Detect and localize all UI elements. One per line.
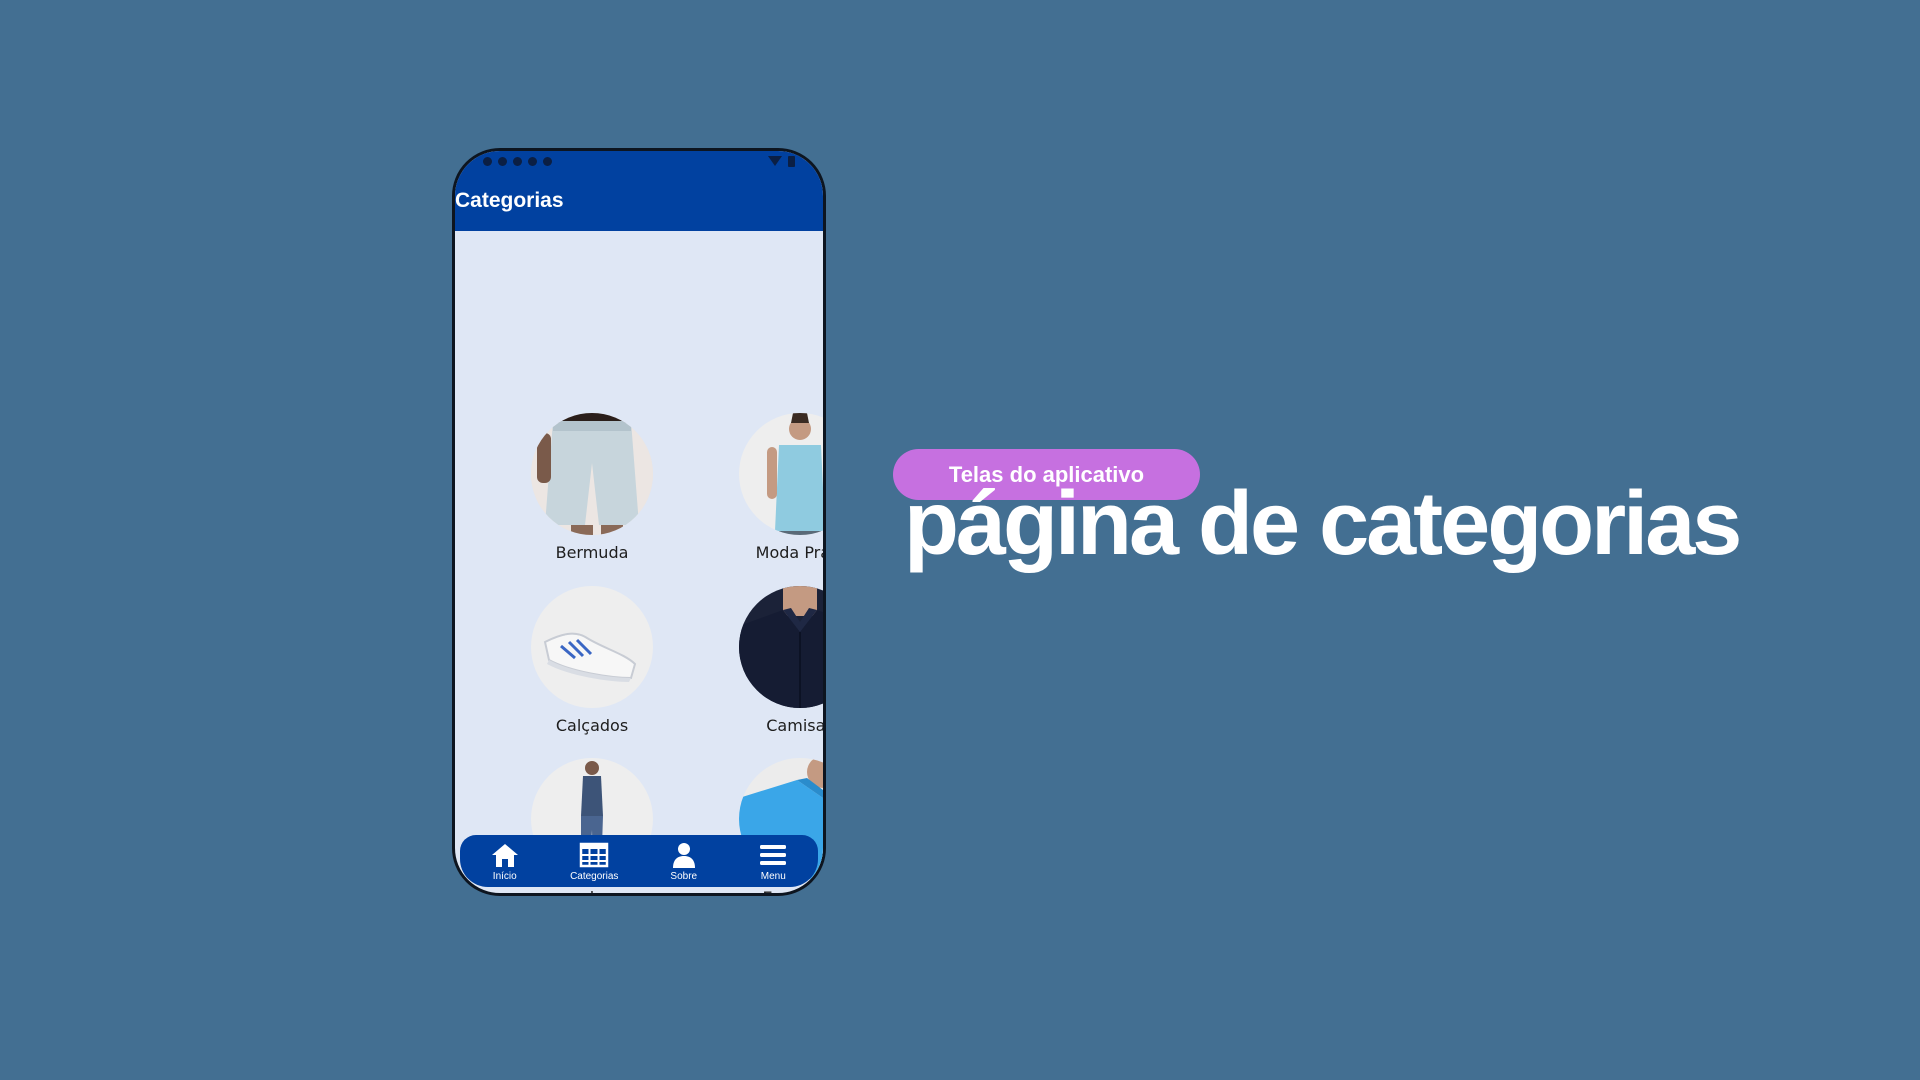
nav-item-sobre[interactable]: Sobre bbox=[644, 841, 724, 882]
person-icon bbox=[672, 843, 695, 868]
menu-icon bbox=[760, 845, 787, 865]
sneaker-photo bbox=[531, 586, 653, 708]
status-icons-right bbox=[768, 155, 795, 167]
home-icon bbox=[491, 844, 518, 867]
mail-icon bbox=[543, 156, 552, 166]
tank-top-photo bbox=[739, 413, 823, 535]
category-label: Esportivo bbox=[763, 888, 823, 893]
nav-item-categorias[interactable]: Categorias bbox=[554, 841, 634, 882]
app-icon bbox=[513, 156, 522, 166]
nav-item-inicio[interactable]: Início bbox=[465, 841, 545, 882]
wifi-icon bbox=[768, 156, 782, 166]
category-item-moda-praia[interactable]: Moda Praia bbox=[730, 413, 823, 562]
category-item-calcados[interactable]: Calçados bbox=[522, 586, 662, 735]
shorts-photo bbox=[531, 413, 653, 535]
category-item-camisas[interactable]: Camisas bbox=[730, 586, 826, 735]
status-icons-left bbox=[483, 156, 552, 166]
slide-headline: página de categorias bbox=[904, 474, 1742, 574]
category-label: calça bbox=[571, 888, 613, 893]
phone-mockup: Categorias Bermuda Moda Pr Calçados Cami… bbox=[452, 148, 826, 896]
battery-icon bbox=[788, 155, 795, 167]
category-label: Moda Praia bbox=[755, 543, 823, 562]
page-title: Categorias bbox=[455, 189, 564, 212]
nav-label: Categorias bbox=[570, 871, 619, 882]
grid-icon bbox=[580, 842, 609, 868]
category-item-bermuda[interactable]: Bermuda bbox=[522, 413, 662, 562]
nav-label: Início bbox=[492, 871, 517, 882]
status-bar bbox=[483, 154, 795, 168]
app-bar: Categorias bbox=[455, 151, 823, 231]
nav-item-menu[interactable]: Menu bbox=[733, 841, 813, 882]
notification-icon bbox=[528, 156, 537, 166]
bottom-navigation: Início Categorias Sobre Menu bbox=[460, 835, 818, 887]
notification-icon bbox=[483, 156, 492, 166]
nav-label: Menu bbox=[760, 871, 786, 882]
shirt-photo bbox=[739, 586, 823, 708]
nav-label: Sobre bbox=[670, 871, 698, 882]
category-label: Calçados bbox=[555, 716, 629, 735]
category-label: Camisas bbox=[766, 716, 826, 735]
category-label: Bermuda bbox=[555, 543, 629, 562]
settings-icon bbox=[498, 156, 507, 166]
